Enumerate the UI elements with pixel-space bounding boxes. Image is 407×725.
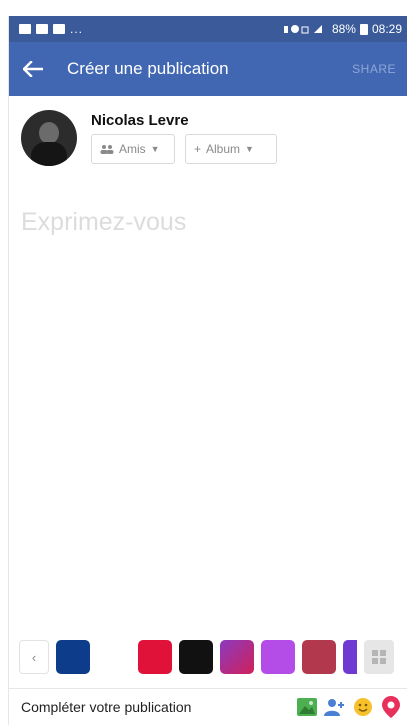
swatch-black[interactable] xyxy=(179,640,213,674)
app-bar: Créer une publication SHARE xyxy=(9,42,407,96)
album-selector[interactable]: + Album ▼ xyxy=(185,134,277,164)
avatar-face xyxy=(39,122,59,144)
status-right: 88% 08:29 xyxy=(283,22,402,36)
battery-percent: 88% xyxy=(331,22,356,36)
more-backgrounds-button[interactable] xyxy=(364,640,394,674)
complete-post-bar[interactable]: Compléter votre publication xyxy=(9,688,407,725)
phone-screen: ... 88% 08:29 Créer une publication SHAR… xyxy=(8,16,407,725)
background-picker: ‹ xyxy=(9,634,407,680)
swatch-purple-gradient[interactable] xyxy=(220,640,254,674)
swatch-dark-blue[interactable] xyxy=(56,640,90,674)
swatch-violet[interactable] xyxy=(261,640,295,674)
complete-post-label: Compléter votre publication xyxy=(21,699,192,715)
location-icon[interactable] xyxy=(380,696,402,718)
avatar[interactable] xyxy=(21,110,77,166)
battery-icon xyxy=(359,23,368,35)
plus-icon: + xyxy=(194,142,202,156)
audience-selector[interactable]: Amis ▼ xyxy=(91,134,175,164)
swatch-crimson[interactable] xyxy=(302,640,336,674)
avatar-body xyxy=(31,142,67,166)
page-title: Créer une publication xyxy=(67,59,229,78)
status-bar: ... 88% 08:29 xyxy=(9,16,407,42)
photo-icon[interactable] xyxy=(296,696,318,718)
arrow-left-icon xyxy=(23,61,43,77)
chevron-left-icon: ‹ xyxy=(31,649,37,665)
author-name: Nicolas Levre xyxy=(91,112,189,129)
gallery-notification-icon xyxy=(19,24,31,34)
clock: 08:29 xyxy=(371,22,402,36)
swatch-red[interactable] xyxy=(138,640,172,674)
status-left-icons: ... xyxy=(19,22,83,36)
more-notifications: ... xyxy=(70,22,84,36)
signal-icon xyxy=(283,25,322,34)
facebook-notification-icon-2 xyxy=(53,24,65,34)
post-composer: Nicolas Levre Amis ▼ + Album ▼ Exprimez-… xyxy=(9,96,407,656)
facebook-notification-icon xyxy=(36,24,48,34)
friends-icon xyxy=(100,145,114,154)
tag-people-icon[interactable] xyxy=(324,696,346,718)
swatch-indigo[interactable] xyxy=(343,640,357,674)
audience-label: Amis xyxy=(119,142,146,156)
swatch-white[interactable] xyxy=(97,640,131,674)
chevron-down-icon: ▼ xyxy=(245,144,254,154)
back-button[interactable] xyxy=(9,42,57,96)
collapse-picker-button[interactable]: ‹ xyxy=(19,640,49,674)
grid-icon xyxy=(372,650,386,664)
feeling-icon[interactable] xyxy=(352,696,374,718)
album-label: Album xyxy=(206,142,241,156)
share-button[interactable]: SHARE xyxy=(352,62,396,76)
chevron-down-icon: ▼ xyxy=(150,144,160,154)
post-text-input[interactable]: Exprimez-vous xyxy=(21,208,186,237)
